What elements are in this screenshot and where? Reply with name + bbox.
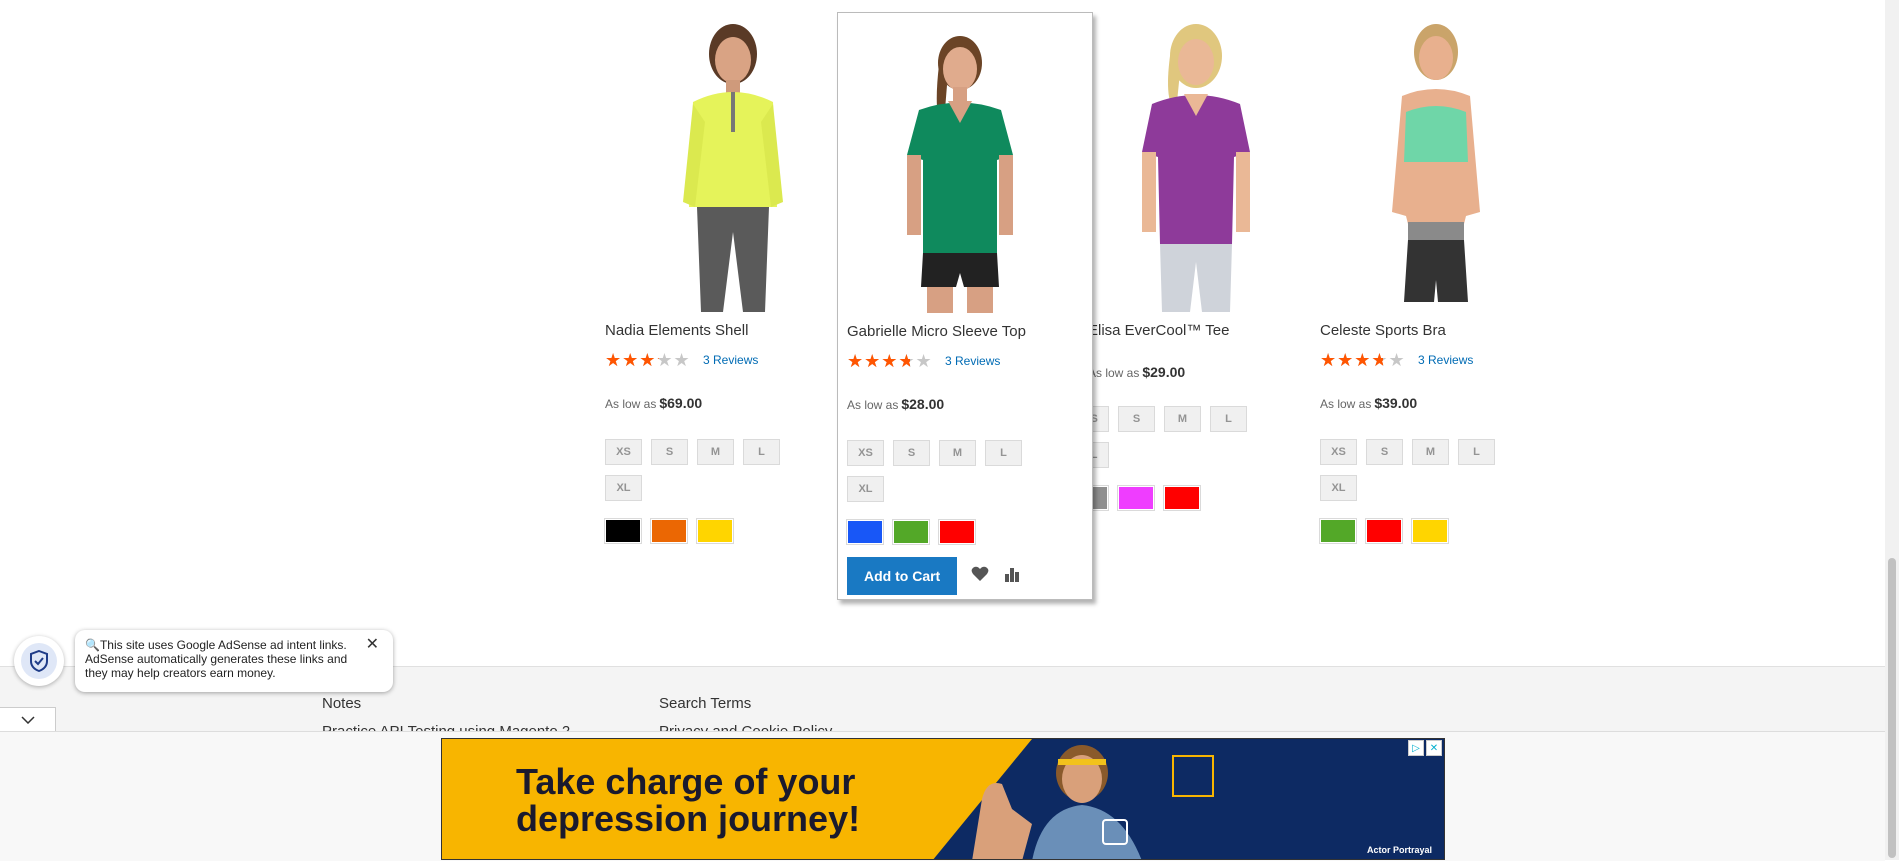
size-option[interactable]: XL xyxy=(847,476,884,502)
ad-choices[interactable]: ▷ ✕ xyxy=(1408,740,1442,756)
product-card[interactable]: Elisa EverCool™ Tee As low as$29.00 XS S… xyxy=(1071,12,1302,511)
size-option[interactable]: XS xyxy=(847,440,884,466)
product-card[interactable]: Nadia Elements Shell ★★★★★★★★★★ 3 Review… xyxy=(604,12,835,544)
size-options: XS S M L XL xyxy=(1072,406,1272,468)
size-options: XS S M L XL xyxy=(847,440,1047,502)
ad-bar: Take charge of your depression journey! … xyxy=(0,731,1885,861)
close-icon[interactable]: ✕ xyxy=(1426,740,1442,756)
size-option[interactable]: S xyxy=(651,439,688,465)
size-option[interactable]: XS xyxy=(605,439,642,465)
adsense-notice: 🔍This site uses Google AdSense ad intent… xyxy=(75,630,393,692)
collapse-ad-button[interactable] xyxy=(0,707,56,731)
size-option[interactable]: XL xyxy=(1320,475,1357,501)
product-photo-green-top xyxy=(907,36,1013,313)
size-option[interactable]: XL xyxy=(605,475,642,501)
color-options xyxy=(1319,518,1449,544)
color-swatch[interactable] xyxy=(938,519,976,545)
size-option[interactable]: L xyxy=(985,440,1022,466)
banner-ad[interactable]: Take charge of your depression journey! … xyxy=(441,738,1445,860)
color-swatch[interactable] xyxy=(1117,485,1155,511)
product-image[interactable] xyxy=(605,12,835,312)
color-swatch[interactable] xyxy=(892,519,930,545)
color-options xyxy=(846,519,976,545)
product-price: As low as $69.00 xyxy=(605,395,703,411)
size-option[interactable]: S xyxy=(1118,406,1155,432)
reviews-link[interactable]: 3 Reviews xyxy=(703,353,758,367)
product-grid: Nadia Elements Shell ★★★★★★★★★★ 3 Review… xyxy=(0,0,1885,660)
product-rating: ★★★★★★★★★★ 3 Reviews xyxy=(847,351,1000,371)
footer-link-search-terms[interactable]: Search Terms xyxy=(659,695,751,712)
size-option[interactable]: M xyxy=(1412,439,1449,465)
color-swatch[interactable] xyxy=(846,519,884,545)
color-swatch[interactable] xyxy=(1365,518,1403,544)
add-to-cart-button[interactable]: Add to Cart xyxy=(847,557,958,595)
page-scrollbar[interactable] xyxy=(1885,0,1899,860)
product-name[interactable]: Nadia Elements Shell xyxy=(605,322,748,339)
ad-disclaimer: Actor Portrayal xyxy=(1366,845,1432,855)
product-price: As low as $28.00 xyxy=(847,396,945,412)
product-price: As low as $29.00 xyxy=(1088,364,1186,380)
size-option[interactable]: L xyxy=(1458,439,1495,465)
size-option[interactable]: XS xyxy=(1320,439,1357,465)
adsense-shield-button[interactable] xyxy=(14,636,64,686)
heart-icon[interactable] xyxy=(971,566,989,587)
reviews-link[interactable]: 3 Reviews xyxy=(1418,353,1473,367)
ad-decor-square xyxy=(1172,755,1214,797)
magnifier-icon: 🔍 xyxy=(85,638,100,652)
size-option[interactable]: S xyxy=(1366,439,1403,465)
product-name[interactable]: Elisa EverCool™ Tee xyxy=(1088,322,1308,339)
product-card-inner: Gabrielle Micro Sleeve Top ★★★★★★★★★★ 3 … xyxy=(846,13,1083,595)
product-rating: ★★★★★★★★★★ 3 Reviews xyxy=(605,350,758,370)
scrollbar-thumb[interactable] xyxy=(1888,558,1896,858)
product-card-hovered[interactable]: Gabrielle Micro Sleeve Top ★★★★★★★★★★ 3 … xyxy=(837,12,1093,600)
color-swatch[interactable] xyxy=(696,518,734,544)
reviews-link[interactable]: 3 Reviews xyxy=(945,354,1000,368)
chevron-down-icon xyxy=(20,711,35,729)
size-options: XS S M L XL xyxy=(1320,439,1520,501)
close-icon[interactable]: ✕ xyxy=(366,637,379,653)
color-swatch[interactable] xyxy=(650,518,688,544)
color-swatch[interactable] xyxy=(1163,485,1201,511)
product-price: As low as $39.00 xyxy=(1320,395,1418,411)
color-swatch[interactable] xyxy=(1319,518,1357,544)
product-photo-sports-bra xyxy=(1392,24,1480,302)
shield-icon xyxy=(21,643,57,679)
adsense-notice-text: This site uses Google AdSense ad intent … xyxy=(85,638,348,680)
ad-headline: Take charge of your depression journey! xyxy=(516,761,861,839)
compare-icon[interactable] xyxy=(1003,566,1021,587)
product-image[interactable] xyxy=(1320,12,1550,312)
size-option[interactable]: L xyxy=(743,439,780,465)
rating-stars: ★★★★★★★★★★ xyxy=(847,351,933,371)
color-options xyxy=(604,518,734,544)
product-image[interactable] xyxy=(1072,12,1302,312)
adchoices-icon[interactable]: ▷ xyxy=(1408,740,1424,756)
product-rating: ★★★★★★★★★★ 3 Reviews xyxy=(1320,350,1473,370)
size-option[interactable]: M xyxy=(939,440,976,466)
product-name[interactable]: Celeste Sports Bra xyxy=(1320,322,1446,339)
size-option[interactable]: L xyxy=(1210,406,1247,432)
size-option[interactable]: S xyxy=(893,440,930,466)
product-actions: Add to Cart xyxy=(847,557,1021,595)
color-swatch[interactable] xyxy=(604,518,642,544)
product-card[interactable]: Celeste Sports Bra ★★★★★★★★★★ 3 Reviews … xyxy=(1319,12,1550,544)
product-name[interactable]: Gabrielle Micro Sleeve Top xyxy=(847,323,1026,340)
size-option[interactable]: M xyxy=(1164,406,1201,432)
size-option[interactable]: M xyxy=(697,439,734,465)
size-options: XS S M L XL xyxy=(605,439,805,501)
rating-stars: ★★★★★★★★★★ xyxy=(605,350,691,370)
color-swatch[interactable] xyxy=(1411,518,1449,544)
rating-stars: ★★★★★★★★★★ xyxy=(1320,350,1406,370)
footer-link-notes[interactable]: Notes xyxy=(322,695,361,712)
product-photo-yellow-shell xyxy=(665,24,783,312)
product-image[interactable] xyxy=(847,25,1083,313)
ad-decor-shape xyxy=(1102,819,1128,845)
product-photo-purple-tee xyxy=(1142,24,1250,312)
